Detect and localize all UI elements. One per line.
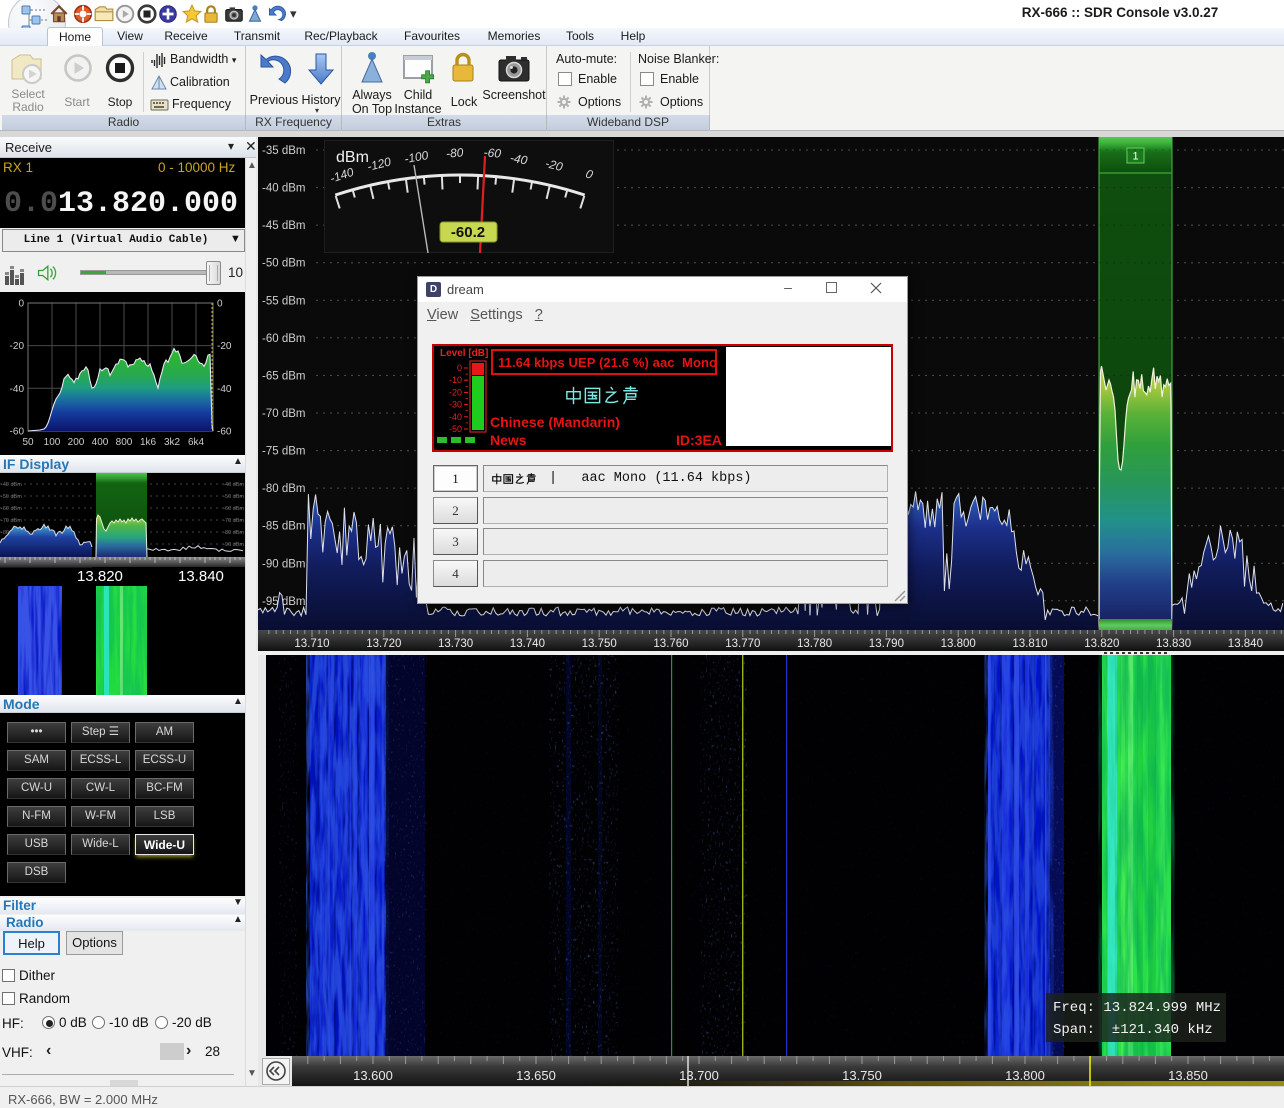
svg-text:-60 dBm: -60 dBm xyxy=(262,333,305,345)
svg-text:400: 400 xyxy=(92,437,109,448)
svg-text:dBm: dBm xyxy=(336,149,369,166)
svg-text:13.820: 13.820 xyxy=(1084,638,1119,650)
svg-text:1k6: 1k6 xyxy=(140,437,157,448)
svg-text:6k4: 6k4 xyxy=(188,437,205,448)
svg-text:13.810: 13.810 xyxy=(1012,638,1047,650)
svg-text:13.760: 13.760 xyxy=(653,638,688,650)
svg-text:-20: -20 xyxy=(449,387,462,397)
svg-text:-50 dBm: -50 dBm xyxy=(262,258,305,270)
svg-text:13.840: 13.840 xyxy=(1228,638,1263,650)
svg-text:13.800: 13.800 xyxy=(1005,1068,1045,1083)
svg-text:50: 50 xyxy=(22,437,34,448)
svg-text:-50 dBm: -50 dBm xyxy=(223,494,244,500)
svg-text:-40: -40 xyxy=(217,384,232,395)
svg-text:-90 dBm: -90 dBm xyxy=(223,542,244,548)
svg-text:200: 200 xyxy=(68,437,85,448)
svg-text:13.750: 13.750 xyxy=(842,1068,882,1083)
svg-text:-65 dBm: -65 dBm xyxy=(262,370,305,382)
svg-text:13.830: 13.830 xyxy=(1156,638,1191,650)
svg-text:13.710: 13.710 xyxy=(294,638,329,650)
svg-text:0: 0 xyxy=(217,299,223,310)
svg-text:-40: -40 xyxy=(10,384,25,395)
svg-text:13.720: 13.720 xyxy=(366,638,401,650)
svg-text:-50 dBm: -50 dBm xyxy=(1,494,22,500)
svg-text:-35 dBm: -35 dBm xyxy=(262,145,305,157)
svg-text:13.790: 13.790 xyxy=(869,638,904,650)
svg-text:-70 dBm: -70 dBm xyxy=(1,518,22,524)
svg-text:-60.2: -60.2 xyxy=(451,224,485,241)
svg-text:-20: -20 xyxy=(217,341,232,352)
svg-text:0: 0 xyxy=(457,363,462,373)
svg-text:13.740: 13.740 xyxy=(510,638,545,650)
svg-text:-45 dBm: -45 dBm xyxy=(262,220,305,232)
svg-text:800: 800 xyxy=(116,437,133,448)
svg-text:-40 dBm: -40 dBm xyxy=(223,482,244,488)
svg-text:-60 dBm: -60 dBm xyxy=(223,506,244,512)
svg-text:-40: -40 xyxy=(449,412,462,422)
svg-text:-55 dBm: -55 dBm xyxy=(262,295,305,307)
svg-text:13.700: 13.700 xyxy=(679,1068,719,1083)
svg-text:-60: -60 xyxy=(10,427,25,438)
svg-text:13.770: 13.770 xyxy=(725,638,760,650)
svg-text:-80 dBm: -80 dBm xyxy=(262,483,305,495)
svg-text:-75 dBm: -75 dBm xyxy=(262,446,305,458)
svg-text:13.800: 13.800 xyxy=(941,638,976,650)
svg-text:1: 1 xyxy=(1132,151,1138,163)
svg-text:13.850: 13.850 xyxy=(1168,1068,1208,1083)
svg-text:-70 dBm: -70 dBm xyxy=(223,518,244,524)
svg-text:13.600: 13.600 xyxy=(353,1068,393,1083)
svg-text:-70 dBm: -70 dBm xyxy=(262,408,305,420)
svg-text:100: 100 xyxy=(44,437,61,448)
svg-text:-20: -20 xyxy=(10,341,25,352)
svg-text:13.780: 13.780 xyxy=(797,638,832,650)
svg-text:-30: -30 xyxy=(449,400,462,410)
svg-text:13.750: 13.750 xyxy=(582,638,617,650)
svg-text:-85 dBm: -85 dBm xyxy=(262,521,305,533)
svg-text:3k2: 3k2 xyxy=(164,437,181,448)
svg-text:13.650: 13.650 xyxy=(516,1068,556,1083)
svg-text:0: 0 xyxy=(18,299,24,310)
svg-text:-90 dBm: -90 dBm xyxy=(262,558,305,570)
svg-text:-80 dBm: -80 dBm xyxy=(223,530,244,536)
svg-text:-80: -80 xyxy=(445,145,464,160)
svg-text:-10: -10 xyxy=(449,375,462,385)
svg-text:-40 dBm: -40 dBm xyxy=(262,183,305,195)
svg-text:-60: -60 xyxy=(217,427,232,438)
svg-text:13.730: 13.730 xyxy=(438,638,473,650)
svg-text:-60 dBm: -60 dBm xyxy=(1,506,22,512)
svg-text:-50: -50 xyxy=(449,424,462,434)
svg-text:-40 dBm: -40 dBm xyxy=(1,482,22,488)
